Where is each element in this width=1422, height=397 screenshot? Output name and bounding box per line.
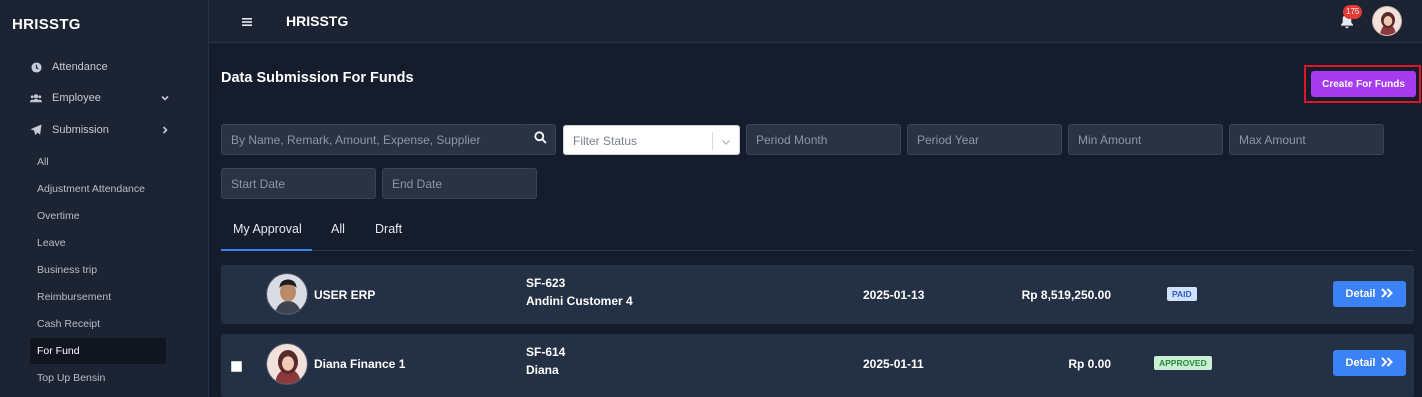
- sidebar-item-attendance[interactable]: Attendance: [30, 57, 175, 77]
- sidebar-item-label: Submission: [52, 124, 109, 136]
- brand-logo[interactable]: HRISSTG: [12, 16, 81, 33]
- status-badge: APPROVED: [1154, 356, 1212, 370]
- create-for-funds-button[interactable]: Create For Funds: [1311, 71, 1416, 97]
- sidebar-item-label: Top Up Bensin: [37, 372, 106, 384]
- users-icon: [30, 92, 42, 104]
- row-customer: Diana: [526, 363, 559, 377]
- row-checkbox[interactable]: [231, 361, 242, 372]
- page-title: Data Submission For Funds: [221, 70, 414, 86]
- notification-badge: 175: [1343, 5, 1363, 19]
- tabs-divider: [221, 250, 1414, 251]
- filter-status-placeholder: Filter Status: [573, 134, 638, 148]
- row-amount: Rp 0.00: [1068, 357, 1111, 371]
- active-tab-indicator: [221, 249, 312, 251]
- sidebar-item-employee[interactable]: Employee: [30, 88, 175, 108]
- chevron-down-icon: [159, 92, 171, 104]
- row-date: 2025-01-13: [863, 288, 925, 302]
- sidebar-item-overtime[interactable]: Overtime: [30, 203, 166, 229]
- sidebar-item-label: Leave: [37, 237, 66, 249]
- chevron-down-icon: [720, 135, 732, 147]
- sidebar-item-label: Cash Receipt: [37, 318, 101, 330]
- max-amount-input[interactable]: [1229, 124, 1384, 155]
- clock-icon: [30, 61, 42, 73]
- tab-all[interactable]: All: [331, 222, 345, 236]
- sidebar-item-label: Overtime: [37, 210, 80, 222]
- sidebar-item-label: For Fund: [37, 345, 80, 357]
- sidebar-item-adjustment-attendance[interactable]: Adjustment Attendance: [30, 176, 166, 202]
- select-divider: [712, 132, 713, 150]
- sidebar-item-for-fund[interactable]: For Fund: [30, 338, 166, 364]
- row-date: 2025-01-11: [863, 357, 924, 371]
- double-chevron-right-icon: [1381, 287, 1394, 301]
- status-badge: PAID: [1167, 287, 1197, 301]
- row-amount: Rp 8,519,250.00: [1021, 288, 1111, 302]
- avatar: [266, 273, 308, 315]
- period-month-input[interactable]: [746, 124, 901, 155]
- row-reference: SF-614 Diana: [526, 343, 565, 379]
- create-button-highlight: Create For Funds: [1304, 65, 1421, 103]
- table-row[interactable]: Diana Finance 1 SF-614 Diana 2025-01-11 …: [221, 334, 1414, 397]
- start-date-input[interactable]: [221, 168, 376, 199]
- detail-button-label: Detail: [1345, 288, 1376, 300]
- min-amount-input[interactable]: [1068, 124, 1223, 155]
- row-code: SF-623: [526, 276, 566, 290]
- filter-status-select[interactable]: Filter Status: [563, 125, 740, 155]
- row-reference: SF-623 Andini Customer 4: [526, 274, 633, 310]
- sidebar-item-label: Business trip: [37, 264, 98, 276]
- sidebar-item-all[interactable]: All: [30, 149, 166, 175]
- topbar: HRISSTG 175: [209, 0, 1422, 43]
- end-date-input[interactable]: [382, 168, 537, 199]
- app-title: HRISSTG: [286, 13, 349, 29]
- detail-button[interactable]: Detail: [1333, 350, 1406, 376]
- table-row[interactable]: USER ERP SF-623 Andini Customer 4 2025-0…: [221, 265, 1414, 324]
- tab-my-approval[interactable]: My Approval: [233, 222, 302, 236]
- row-employee-name: USER ERP: [314, 288, 376, 302]
- sidebar-item-label: Adjustment Attendance: [37, 183, 145, 195]
- sidebar-item-reimbursement[interactable]: Reimbursement: [30, 284, 166, 310]
- row-customer: Andini Customer 4: [526, 294, 633, 308]
- sidebar-item-cash-receipt[interactable]: Cash Receipt: [30, 311, 166, 337]
- search-button[interactable]: [526, 124, 556, 155]
- sidebar-item-label: Employee: [52, 92, 101, 104]
- detail-button-label: Detail: [1345, 357, 1376, 369]
- double-chevron-right-icon: [1381, 356, 1394, 370]
- sidebar-item-business-trip[interactable]: Business trip: [30, 257, 166, 283]
- hamburger-menu-icon[interactable]: [242, 14, 254, 26]
- sidebar: HRISSTG Attendance Employee Submission A…: [0, 0, 209, 397]
- row-employee-name: Diana Finance 1: [314, 357, 406, 371]
- sidebar-item-label: Attendance: [52, 61, 108, 73]
- user-avatar[interactable]: [1372, 6, 1402, 36]
- chevron-right-icon: [159, 124, 171, 136]
- search-icon: [534, 130, 547, 149]
- detail-button[interactable]: Detail: [1333, 281, 1406, 307]
- sidebar-item-submission[interactable]: Submission: [30, 120, 175, 140]
- sidebar-item-label: All: [37, 156, 49, 168]
- sidebar-item-label: Reimbursement: [37, 291, 112, 303]
- tab-draft[interactable]: Draft: [375, 222, 402, 236]
- sidebar-item-top-up-bensin[interactable]: Top Up Bensin: [30, 365, 166, 391]
- send-icon: [30, 124, 42, 136]
- search-input[interactable]: [221, 124, 527, 155]
- period-year-input[interactable]: [907, 124, 1062, 155]
- avatar: [266, 343, 308, 385]
- sidebar-item-leave[interactable]: Leave: [30, 230, 166, 256]
- row-code: SF-614: [526, 345, 566, 359]
